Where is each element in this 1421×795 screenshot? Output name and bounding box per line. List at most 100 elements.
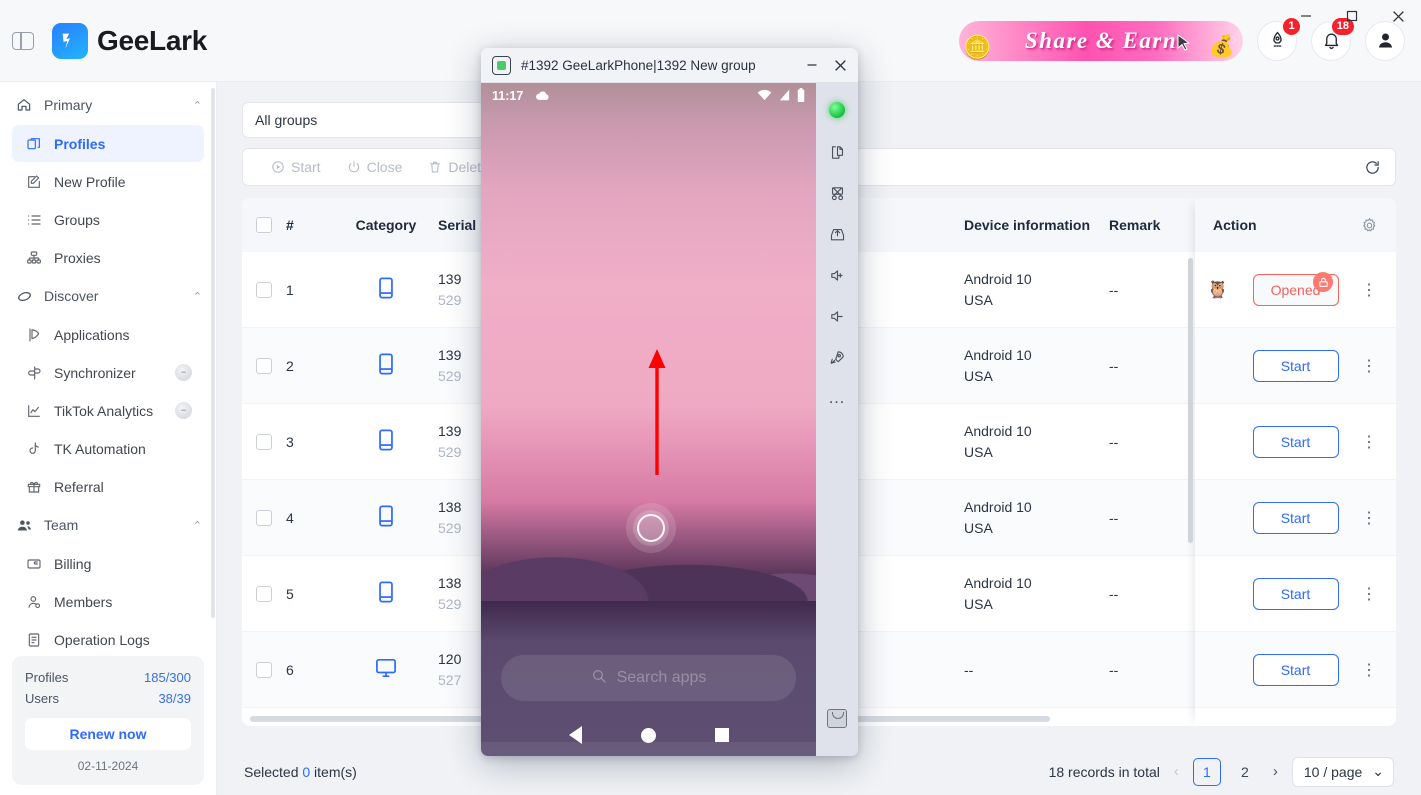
row-num: 5 bbox=[286, 585, 294, 602]
row-checkbox[interactable] bbox=[256, 357, 272, 374]
table-vertical-scrollbar[interactable] bbox=[1188, 258, 1193, 543]
sidebar-group-team[interactable]: Team ⌃ bbox=[0, 506, 216, 544]
action-cell: 🦉 Opened ⋮ bbox=[1195, 252, 1396, 328]
row-more-menu[interactable]: ⋮ bbox=[1361, 660, 1378, 680]
row-checkbox[interactable] bbox=[256, 509, 272, 526]
sidebar-item-members[interactable]: Members bbox=[12, 583, 204, 620]
row-checkbox[interactable] bbox=[256, 661, 272, 678]
sidebar-item-new-profile[interactable]: New Profile bbox=[12, 163, 204, 200]
row-device-os: Android 10 bbox=[964, 346, 1032, 363]
window-minimize-button[interactable] bbox=[1283, 0, 1329, 32]
profiles-icon bbox=[24, 136, 43, 152]
plan-profiles-row: Profiles 185/300 bbox=[25, 667, 191, 688]
members-icon bbox=[24, 594, 43, 610]
bulk-start-label: Start bbox=[291, 159, 321, 175]
start-button[interactable]: Start bbox=[1252, 349, 1339, 382]
groups-icon bbox=[24, 212, 43, 228]
phone-icon bbox=[334, 505, 438, 530]
window-maximize-button[interactable] bbox=[1329, 0, 1375, 32]
sidebar-scrollbar[interactable] bbox=[211, 88, 215, 618]
rocket-icon[interactable] bbox=[822, 342, 852, 372]
sidebar-item-profiles[interactable]: Profiles bbox=[12, 125, 204, 162]
sidebar-item-label: Groups bbox=[54, 211, 100, 228]
search-apps-bar[interactable]: Search apps bbox=[501, 655, 796, 701]
tray-collapse-icon[interactable] bbox=[822, 703, 852, 733]
phone-screen[interactable]: 11:17 Search apps bbox=[481, 83, 816, 756]
page-button-2[interactable]: 2 bbox=[1231, 758, 1259, 786]
page-button-1[interactable]: 1 bbox=[1192, 757, 1221, 786]
row-remark: -- bbox=[1109, 433, 1119, 450]
phone-icon bbox=[334, 581, 438, 606]
sidebar-item-synchronizer[interactable]: Synchronizer − bbox=[12, 354, 204, 391]
next-page-button[interactable]: › bbox=[1269, 763, 1282, 780]
row-more-menu[interactable]: ⋮ bbox=[1361, 584, 1378, 604]
desktop-icon bbox=[334, 658, 438, 681]
status-dot bbox=[829, 102, 845, 118]
row-num: 2 bbox=[286, 357, 294, 374]
row-more-menu[interactable]: ⋮ bbox=[1361, 280, 1378, 300]
window-close-button[interactable] bbox=[1375, 0, 1421, 32]
start-button[interactable]: Start bbox=[1252, 653, 1339, 686]
refresh-icon[interactable] bbox=[1364, 159, 1381, 176]
prev-page-button[interactable]: ‹ bbox=[1170, 763, 1183, 780]
chevron-up-icon: ⌃ bbox=[192, 99, 202, 112]
trash-icon bbox=[430, 161, 441, 173]
volume-down-icon[interactable] bbox=[822, 301, 852, 331]
gear-icon[interactable] bbox=[1361, 217, 1378, 234]
scissors-icon[interactable] bbox=[822, 178, 852, 208]
sidebar-item-referral[interactable]: Referral bbox=[12, 468, 204, 505]
renew-now-button[interactable]: Renew now bbox=[25, 718, 191, 750]
home-circle-icon[interactable] bbox=[640, 727, 656, 743]
sidebar-item-billing[interactable]: Billing bbox=[12, 545, 204, 582]
row-checkbox[interactable] bbox=[256, 281, 272, 298]
sidebar-group-primary[interactable]: Primary ⌃ bbox=[0, 86, 216, 124]
row-device-os: -- bbox=[964, 661, 974, 678]
bulk-delete-button[interactable]: Delete bbox=[428, 159, 489, 175]
sidebar-item-tiktok-analytics[interactable]: TikTok Analytics − bbox=[12, 392, 204, 429]
row-more-menu[interactable]: ⋮ bbox=[1361, 356, 1378, 376]
sidebar-item-tk-automation[interactable]: TK Automation bbox=[12, 430, 204, 467]
bulk-start-button[interactable]: Start bbox=[271, 159, 321, 175]
recents-square-icon[interactable] bbox=[714, 728, 729, 742]
select-all-cell bbox=[242, 217, 286, 233]
sidebar-group-discover[interactable]: Discover ⌃ bbox=[0, 277, 216, 315]
start-button[interactable]: Start bbox=[1252, 501, 1339, 534]
phone-minimize-button[interactable] bbox=[798, 50, 826, 80]
row-more-menu[interactable]: ⋮ bbox=[1361, 508, 1378, 528]
row-device: Android 10 USA bbox=[964, 345, 1109, 387]
start-button[interactable]: Start bbox=[1252, 425, 1339, 458]
row-checkbox[interactable] bbox=[256, 585, 272, 602]
cursor-icon bbox=[1177, 33, 1191, 56]
sidebar-group-label: Team bbox=[44, 517, 79, 533]
clipboard-icon[interactable] bbox=[822, 137, 852, 167]
dock-overlay bbox=[481, 742, 816, 756]
search-icon bbox=[591, 668, 607, 689]
action-cell: Start ⋮ bbox=[1195, 480, 1396, 556]
row-checkbox[interactable] bbox=[256, 433, 272, 450]
share-and-earn-banner[interactable]: 🪙 Share & Earn 💰 › bbox=[959, 20, 1243, 61]
sidebar-item-operation-logs[interactable]: Operation Logs bbox=[12, 621, 204, 656]
phone-window-title: #1392 GeeLarkPhone|1392 New group bbox=[521, 57, 756, 73]
bulk-close-button[interactable]: Close bbox=[347, 159, 402, 175]
sidebar-item-groups[interactable]: Groups bbox=[12, 201, 204, 238]
sidebar-item-applications[interactable]: Applications bbox=[12, 316, 204, 353]
select-all-checkbox[interactable] bbox=[256, 217, 272, 233]
sidebar-item-proxies[interactable]: Proxies bbox=[12, 239, 204, 276]
more-icon[interactable]: … bbox=[822, 383, 852, 413]
col-header-category: Category bbox=[355, 217, 417, 233]
selected-suffix: item(s) bbox=[310, 763, 357, 780]
volume-up-icon[interactable] bbox=[822, 260, 852, 290]
page-size-select[interactable]: 10 / page ⌄ bbox=[1291, 756, 1394, 787]
status-indicators bbox=[757, 87, 805, 105]
sidebar-toggle-icon[interactable] bbox=[12, 31, 34, 50]
row-more-menu[interactable]: ⋮ bbox=[1361, 432, 1378, 452]
phone-toolbar: … bbox=[816, 83, 858, 756]
phone-icon bbox=[334, 353, 438, 378]
phone-close-button[interactable] bbox=[826, 50, 854, 80]
upload-icon[interactable] bbox=[822, 219, 852, 249]
start-button[interactable]: Start bbox=[1252, 577, 1339, 610]
col-header-action-wrap: Action bbox=[1195, 198, 1396, 252]
row-device: Android 10 USA bbox=[964, 421, 1109, 463]
phone-window-title-bar: #1392 GeeLarkPhone|1392 New group bbox=[481, 48, 858, 83]
phone-mirror-window[interactable]: #1392 GeeLarkPhone|1392 New group 11:17 bbox=[481, 48, 858, 756]
